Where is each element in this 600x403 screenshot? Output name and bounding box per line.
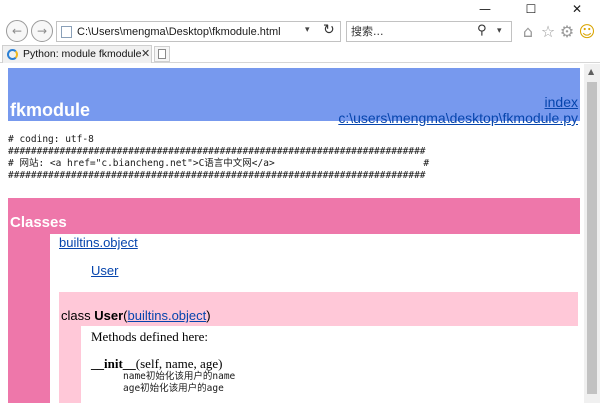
source-line: # 网站: <a href="c.biancheng.net">C语言中文网</… bbox=[8, 158, 430, 169]
refresh-icon[interactable]: ↻ bbox=[323, 22, 335, 38]
forward-button[interactable]: → bbox=[31, 20, 53, 42]
tab-python-module[interactable]: Python: module fkmodule ✕ bbox=[2, 45, 152, 63]
scrollbar-thumb[interactable] bbox=[587, 82, 597, 394]
favorites-button[interactable]: ☆ bbox=[538, 21, 558, 41]
class-declaration: class User(builtins.object) bbox=[61, 308, 211, 323]
address-dropdown-icon[interactable]: ▾ bbox=[305, 25, 310, 35]
ie-logo-icon bbox=[7, 49, 18, 60]
search-dropdown-icon[interactable]: ▾ bbox=[497, 26, 502, 36]
index-link[interactable]: index bbox=[545, 94, 578, 110]
title-bar: — ☐ ✕ bbox=[0, 0, 600, 18]
forward-arrow-icon: → bbox=[36, 24, 48, 38]
init-docstring-line: name初始化该用户的name bbox=[123, 371, 236, 382]
paren-close: ) bbox=[206, 308, 211, 323]
user-class-link[interactable]: User bbox=[91, 263, 118, 278]
module-heading: fkmodule index c:\users\mengma\desktop\f… bbox=[8, 68, 580, 126]
close-window-button[interactable]: ✕ bbox=[554, 0, 600, 18]
init-docstring-line: age初始化该用户的age bbox=[123, 383, 224, 394]
maximize-icon: ☐ bbox=[525, 2, 537, 16]
navigation-bar: ← → C:\Users\mengma\Desktop\fkmodule.htm… bbox=[0, 18, 600, 44]
home-button[interactable]: ⌂ bbox=[518, 21, 538, 41]
tools-button[interactable]: ⚙ bbox=[557, 21, 577, 41]
page-content: fkmodule index c:\users\mengma\desktop\f… bbox=[0, 64, 584, 403]
close-icon: ✕ bbox=[571, 2, 583, 16]
page-icon bbox=[61, 26, 72, 38]
search-box[interactable]: 搜索... ⚲ ▾ bbox=[346, 21, 512, 42]
minimize-icon: — bbox=[479, 2, 491, 16]
minimize-button[interactable]: — bbox=[462, 0, 508, 18]
module-source-comments: # coding: utf-8 ########################… bbox=[8, 134, 429, 182]
tab-bar: Python: module fkmodule ✕ bbox=[0, 44, 600, 63]
source-line: # coding: utf-8 bbox=[8, 134, 94, 145]
vertical-scrollbar[interactable]: ▲ bbox=[584, 64, 600, 403]
back-arrow-icon: ← bbox=[11, 24, 23, 38]
address-bar[interactable]: C:\Users\mengma\Desktop\fkmodule.html ▾ … bbox=[56, 21, 341, 42]
search-input[interactable]: 搜索... bbox=[351, 24, 384, 40]
back-button[interactable]: ← bbox=[6, 20, 28, 42]
classes-section-gutter bbox=[8, 234, 50, 403]
gear-icon: ⚙ bbox=[559, 21, 575, 41]
source-line: ########################################… bbox=[8, 170, 426, 181]
classes-title: Classes bbox=[10, 214, 67, 231]
module-title: fkmodule bbox=[10, 100, 91, 120]
init-method-signature: __init__(self, name, age) bbox=[91, 356, 222, 371]
new-tab-icon bbox=[158, 49, 166, 59]
maximize-button[interactable]: ☐ bbox=[508, 0, 554, 18]
classes-section-header: Classes bbox=[8, 198, 580, 234]
feedback-button[interactable]: ☺ bbox=[577, 21, 597, 41]
scroll-up-icon[interactable]: ▲ bbox=[588, 67, 594, 76]
base-class-link[interactable]: builtins.object bbox=[128, 308, 207, 323]
init-method-args: (self, name, age) bbox=[135, 356, 223, 371]
search-icon[interactable]: ⚲ bbox=[477, 23, 487, 38]
init-method-name: __init__ bbox=[91, 356, 136, 371]
builtins-object-link[interactable]: builtins.object bbox=[59, 235, 138, 250]
new-tab-button[interactable] bbox=[154, 46, 170, 62]
class-name: User bbox=[94, 308, 124, 323]
class-user-gutter bbox=[59, 326, 81, 403]
source-file-link[interactable]: c:\users\mengma\desktop\fkmodule.py bbox=[338, 110, 578, 126]
source-line: ########################################… bbox=[8, 146, 426, 157]
tab-label: Python: module fkmodule bbox=[23, 48, 142, 60]
tab-close-icon[interactable]: ✕ bbox=[141, 47, 150, 60]
smiley-icon: ☺ bbox=[578, 21, 596, 41]
class-user-header: class User(builtins.object) bbox=[59, 292, 578, 326]
star-icon: ☆ bbox=[540, 21, 556, 41]
methods-header: Methods defined here: bbox=[91, 329, 208, 344]
home-icon: ⌂ bbox=[522, 21, 534, 41]
address-url[interactable]: C:\Users\mengma\Desktop\fkmodule.html bbox=[77, 24, 281, 40]
class-keyword: class bbox=[61, 308, 95, 323]
